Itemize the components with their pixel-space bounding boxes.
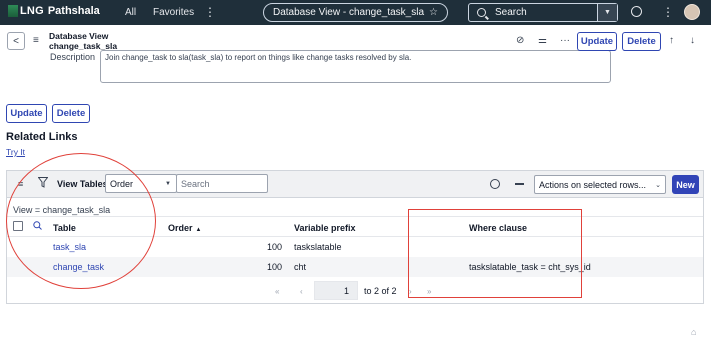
- next-record-icon-overlay[interactable]: ↓: [690, 35, 695, 46]
- new-button[interactable]: New: [672, 175, 699, 194]
- actions-select[interactable]: Actions on selected rows... ⌄: [534, 175, 666, 194]
- previous-page-icon[interactable]: ‹: [300, 287, 303, 296]
- first-page-icon[interactable]: «: [275, 287, 279, 296]
- column-header-variable-prefix[interactable]: Variable prefix: [294, 223, 356, 233]
- related-links-title: Related Links: [6, 131, 78, 143]
- form-title-type-overlay: Database View: [49, 31, 109, 41]
- scroll-to-top-icon[interactable]: ⌂: [691, 327, 696, 337]
- nav-more-icon[interactable]: ⋮: [204, 5, 216, 19]
- globe-icon[interactable]: [631, 6, 642, 17]
- table-cell-order: 100: [266, 262, 282, 272]
- global-search-input[interactable]: Search: [495, 7, 527, 18]
- bottom-delete-button[interactable]: Delete: [52, 104, 90, 123]
- nav-favorites[interactable]: Favorites: [153, 7, 194, 18]
- more-icon[interactable]: ⋮: [662, 5, 674, 19]
- page-number-input[interactable]: 1: [314, 281, 358, 300]
- favorite-star-icon[interactable]: ☆: [429, 7, 438, 18]
- logo[interactable]: LNG Pathshala: [8, 5, 100, 17]
- annotation-rectangle: [408, 209, 582, 298]
- form-header-overlay: < ≡ Database View change_task_sla ⊘ ⚌ ··…: [0, 28, 711, 54]
- search-icon: [477, 8, 486, 17]
- record-title-pill[interactable]: Database View - change_task_sla ☆: [263, 3, 448, 22]
- previous-record-icon-overlay[interactable]: ↑: [669, 35, 674, 46]
- logo-name: Pathshala: [47, 5, 100, 17]
- sort-ascending-icon: ▲: [195, 227, 202, 233]
- personalize-icon-overlay[interactable]: ⚌: [538, 35, 547, 46]
- column-header-order[interactable]: Order ▲: [168, 223, 201, 233]
- table-cell-order: 100: [266, 242, 282, 252]
- bottom-update-button[interactable]: Update: [6, 104, 47, 123]
- table-cell-variable-prefix: cht: [294, 262, 307, 272]
- pagination: « ‹ 1 to 2 of 2 › »: [7, 281, 703, 303]
- column-header-order-label: Order: [168, 223, 193, 233]
- annotation-circle: [6, 153, 156, 289]
- description-value: Join change_task to sla(task_sla) to rep…: [105, 53, 412, 62]
- page-range: to 2 of 2: [364, 286, 397, 296]
- table-cell-variable-prefix: taskslatable: [294, 242, 342, 252]
- avatar[interactable]: [684, 4, 700, 20]
- delete-button-overlay[interactable]: Delete: [622, 32, 661, 51]
- collapse-icon[interactable]: [515, 183, 524, 185]
- actions-select-value: Actions on selected rows...: [539, 179, 647, 190]
- global-search[interactable]: Search ▼: [468, 3, 618, 22]
- gear-icon[interactable]: [490, 179, 500, 189]
- form-menu-icon-overlay[interactable]: ≡: [33, 35, 39, 46]
- back-button-overlay[interactable]: <: [7, 32, 25, 50]
- logo-mark: [8, 5, 18, 17]
- try-it-link[interactable]: Try It: [6, 147, 25, 157]
- more-actions-icon-overlay[interactable]: ···: [560, 35, 570, 46]
- logo-prefix: LNG: [20, 5, 44, 17]
- search-scope-dropdown[interactable]: ▼: [597, 4, 617, 21]
- list-search-input[interactable]: Search: [176, 174, 268, 193]
- update-button-overlay[interactable]: Update: [577, 32, 617, 51]
- chevron-down-icon: ▼: [165, 181, 171, 187]
- top-navigation: LNG Pathshala All Favorites ⋮ Database V…: [0, 0, 711, 25]
- form-title-record-overlay: change_task_sla: [49, 41, 118, 51]
- nav-all[interactable]: All: [125, 7, 136, 18]
- form-title-overlay: Database View change_task_sla: [49, 31, 117, 51]
- attachment-icon-overlay[interactable]: ⊘: [516, 35, 524, 46]
- record-title: Database View - change_task_sla: [273, 7, 425, 18]
- chevron-down-icon: ⌄: [655, 182, 661, 189]
- description-field[interactable]: Join change_task to sla(task_sla) to rep…: [100, 50, 611, 83]
